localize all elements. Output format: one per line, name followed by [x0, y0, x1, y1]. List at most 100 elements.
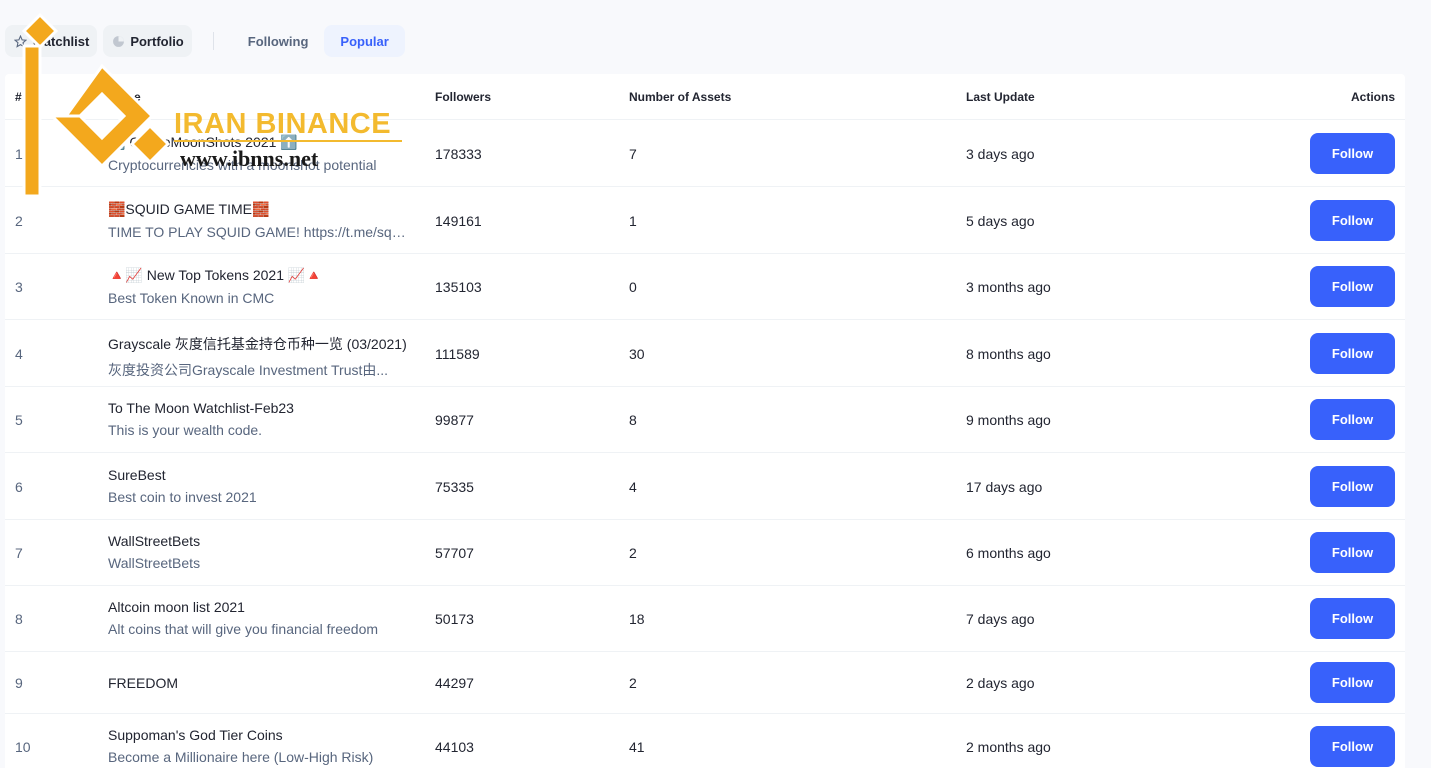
- header-assets: Number of Assets: [629, 90, 732, 104]
- list-description: Best Token Known in CMC: [108, 290, 275, 306]
- list-description: TIME TO PLAY SQUID GAME! https://t.me/sq…: [108, 224, 408, 240]
- table-row: 6 SureBest Best coin to invest 2021 75335 4 1…: [5, 453, 1405, 520]
- row-last-update: 3 days ago: [966, 146, 1035, 162]
- list-description: Best coin to invest 2021: [108, 489, 257, 505]
- follow-button[interactable]: Follow: [1310, 598, 1395, 639]
- row-followers: 111589: [435, 346, 480, 362]
- follow-button[interactable]: Follow: [1310, 266, 1395, 307]
- table-row: 4 Grayscale 灰度信托基金持仓币种一览 (03/2021) 灰度投资公司G…: [5, 320, 1405, 387]
- row-last-update: 17 days ago: [966, 479, 1043, 495]
- row-last-update: 2 days ago: [966, 675, 1035, 691]
- follow-button[interactable]: Follow: [1310, 133, 1395, 174]
- pie-chart-icon: [111, 34, 125, 48]
- tab-popular[interactable]: Popular: [324, 25, 405, 57]
- follow-button[interactable]: Follow: [1310, 662, 1395, 703]
- list-title[interactable]: Grayscale 灰度信托基金持仓币种一览 (03/2021): [108, 334, 408, 354]
- row-followers: 44103: [435, 739, 474, 755]
- table-row: 1 ⬆️ CryptoMoonShots 2021 ⬆️ Cryptocurrenc…: [5, 120, 1405, 187]
- row-name-cell[interactable]: ⬆️ CryptoMoonShots 2021 ⬆️ Cryptocurrenci…: [108, 134, 408, 173]
- row-name-cell[interactable]: Grayscale 灰度信托基金持仓币种一览 (03/2021) 灰度投资公司Gr…: [108, 334, 408, 380]
- portfolio-button[interactable]: Portfolio: [103, 25, 192, 57]
- row-assets: 41: [629, 739, 645, 755]
- row-rank: 4: [15, 346, 23, 362]
- watchlist-button[interactable]: Watchlist: [5, 25, 98, 57]
- follow-button[interactable]: Follow: [1310, 466, 1395, 507]
- nav-divider: [212, 32, 214, 50]
- row-name-cell[interactable]: Altcoin moon list 2021 Alt coins that wil…: [108, 599, 408, 637]
- row-assets: 2: [629, 545, 637, 561]
- follow-button[interactable]: Follow: [1310, 726, 1395, 767]
- list-description: Cryptocurrencies with a moonshot potenti…: [108, 157, 377, 173]
- row-followers: 135103: [435, 279, 482, 295]
- row-rank: 3: [15, 279, 23, 295]
- row-last-update: 2 months ago: [966, 739, 1051, 755]
- top-nav: Watchlist Portfolio Following Popular: [5, 25, 405, 57]
- row-rank: 5: [15, 412, 23, 428]
- row-followers: 57707: [435, 545, 474, 561]
- row-followers: 178333: [435, 146, 482, 162]
- list-description: 灰度投资公司Grayscale Investment Trust由...: [108, 362, 389, 378]
- portfolio-label: Portfolio: [130, 33, 184, 49]
- follow-button[interactable]: Follow: [1310, 532, 1395, 573]
- row-last-update: 6 months ago: [966, 545, 1051, 561]
- follow-button[interactable]: Follow: [1310, 333, 1395, 374]
- list-title[interactable]: 🧱SQUID GAME TIME🧱: [108, 201, 408, 218]
- row-rank: 8: [15, 611, 23, 627]
- row-rank: 9: [15, 675, 23, 691]
- star-icon: [13, 34, 27, 48]
- row-rank: 7: [15, 545, 23, 561]
- list-title[interactable]: Suppoman's God Tier Coins: [108, 727, 408, 743]
- table-row: 2 🧱SQUID GAME TIME🧱 TIME TO PLAY SQUID GAM…: [5, 187, 1405, 254]
- list-description: Become a Millionaire here (Low-High Risk…: [108, 749, 374, 765]
- header-last-update: Last Update: [966, 90, 1035, 104]
- row-name-cell[interactable]: SureBest Best coin to invest 2021: [108, 467, 408, 505]
- row-name-cell[interactable]: 🧱SQUID GAME TIME🧱 TIME TO PLAY SQUID GAME…: [108, 201, 408, 240]
- table-row: 5 To The Moon Watchlist-Feb23 This is your…: [5, 387, 1405, 453]
- table-row: 9 FREEDOM 44297 2 2 days ago Follow: [5, 652, 1405, 714]
- row-assets: 4: [629, 479, 637, 495]
- row-rank: 6: [15, 479, 23, 495]
- row-last-update: 9 months ago: [966, 412, 1051, 428]
- header-actions: Actions: [1350, 90, 1395, 104]
- table-header: # Name Followers Number of Assets Last U…: [5, 74, 1405, 120]
- watchlist-label: Watchlist: [32, 33, 90, 49]
- header-followers: Followers: [435, 90, 492, 104]
- table-row: 10 Suppoman's God Tier Coins Become a Mill…: [5, 714, 1405, 768]
- tab-following[interactable]: Following: [232, 25, 325, 57]
- list-title[interactable]: SureBest: [108, 467, 408, 483]
- list-title[interactable]: WallStreetBets: [108, 533, 408, 549]
- row-last-update: 3 months ago: [966, 279, 1051, 295]
- row-rank: 2: [15, 213, 23, 229]
- table-row: 7 WallStreetBets WallStreetBets 57707 2 6 mon…: [5, 520, 1405, 586]
- list-title[interactable]: ⬆️ CryptoMoonShots 2021 ⬆️: [108, 134, 408, 151]
- list-title[interactable]: FREEDOM: [108, 675, 408, 691]
- row-name-cell[interactable]: Suppoman's God Tier Coins Become a Millio…: [108, 727, 408, 765]
- list-description: WallStreetBets: [108, 555, 201, 571]
- follow-button[interactable]: Follow: [1310, 399, 1395, 440]
- row-last-update: 7 days ago: [966, 611, 1035, 627]
- row-assets: 18: [629, 611, 645, 627]
- list-title[interactable]: To The Moon Watchlist-Feb23: [108, 400, 408, 416]
- table-row: 8 Altcoin moon list 2021 Alt coins that wi…: [5, 586, 1405, 652]
- follow-button[interactable]: Follow: [1310, 200, 1395, 241]
- row-followers: 149161: [435, 213, 482, 229]
- list-description: Alt coins that will give you financial f…: [108, 621, 379, 637]
- row-rank: 1: [15, 146, 23, 162]
- header-rank: #: [15, 90, 22, 104]
- list-title[interactable]: 🔺📈 New Top Tokens 2021 📈🔺: [108, 267, 408, 284]
- row-followers: 75335: [435, 479, 474, 495]
- row-name-cell[interactable]: To The Moon Watchlist-Feb23 This is your …: [108, 400, 408, 438]
- row-followers: 99877: [435, 412, 474, 428]
- row-assets: 8: [629, 412, 637, 428]
- row-name-cell[interactable]: FREEDOM: [108, 675, 408, 691]
- row-name-cell[interactable]: 🔺📈 New Top Tokens 2021 📈🔺 Best Token Know…: [108, 267, 408, 306]
- row-followers: 44297: [435, 675, 474, 691]
- list-title[interactable]: Altcoin moon list 2021: [108, 599, 408, 615]
- row-assets: 30: [629, 346, 645, 362]
- row-name-cell[interactable]: WallStreetBets WallStreetBets: [108, 533, 408, 571]
- table-row: 3 🔺📈 New Top Tokens 2021 📈🔺 Best Token Kno…: [5, 254, 1405, 320]
- row-followers: 50173: [435, 611, 474, 627]
- row-assets: 0: [629, 279, 637, 295]
- list-description: This is your wealth code.: [108, 422, 263, 438]
- row-assets: 2: [629, 675, 637, 691]
